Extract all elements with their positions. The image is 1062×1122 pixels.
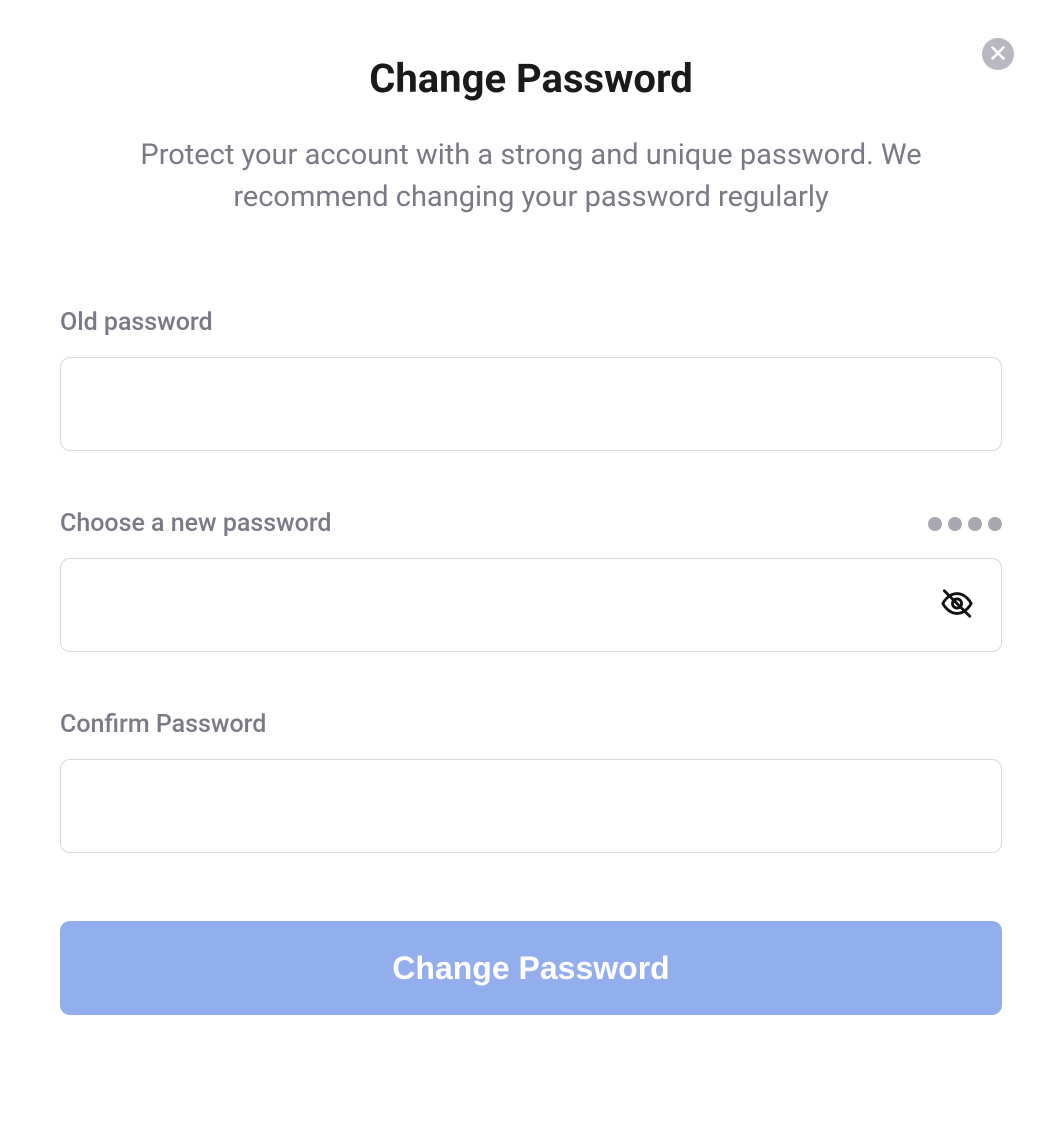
old-password-input[interactable] — [60, 357, 1002, 451]
old-password-label: Old password — [60, 308, 213, 337]
new-password-group: Choose a new password — [60, 509, 1002, 652]
change-password-dialog: Change Password Protect your account wit… — [0, 0, 1062, 1015]
strength-dot-icon — [948, 517, 962, 531]
eye-off-icon — [940, 587, 974, 624]
dialog-subtitle: Protect your account with a strong and u… — [121, 134, 941, 218]
new-password-label: Choose a new password — [60, 509, 332, 538]
strength-dot-icon — [928, 517, 942, 531]
confirm-password-group: Confirm Password — [60, 710, 1002, 853]
password-strength-indicator — [928, 517, 1002, 531]
confirm-password-label: Confirm Password — [60, 710, 266, 739]
close-button[interactable] — [982, 38, 1014, 70]
strength-dot-icon — [988, 517, 1002, 531]
confirm-password-input[interactable] — [60, 759, 1002, 853]
submit-button-label: Change Password — [392, 950, 669, 986]
strength-dot-icon — [968, 517, 982, 531]
dialog-title: Change Password — [60, 55, 1002, 102]
close-icon — [991, 46, 1005, 63]
toggle-password-visibility-button[interactable] — [934, 581, 980, 630]
new-password-input[interactable] — [60, 558, 1002, 652]
change-password-submit-button[interactable]: Change Password — [60, 921, 1002, 1015]
old-password-group: Old password — [60, 308, 1002, 451]
